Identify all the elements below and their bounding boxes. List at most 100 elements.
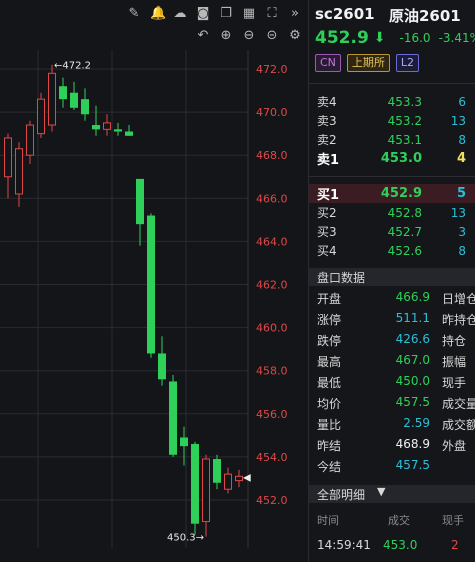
- candle-body: [191, 443, 199, 524]
- stats-row: 开盘 466.9 日增仓: [309, 290, 475, 311]
- ask-level-row[interactable]: 卖2 453.1 8: [309, 130, 475, 149]
- level-volume: 5: [456, 186, 466, 201]
- high-price-label: ←472.2: [54, 61, 91, 72]
- level-price: 452.7: [387, 224, 422, 239]
- level-volume: 4: [456, 151, 466, 166]
- candle-body: [114, 129, 122, 132]
- y-tick-label: 470.0: [256, 106, 288, 119]
- ask-level-row[interactable]: 卖4 453.3 6: [309, 92, 475, 111]
- candle-body: [26, 124, 34, 156]
- contract-tags: CN 上期所 L2: [315, 54, 420, 72]
- stat-value: 2.59: [403, 416, 430, 430]
- cloud-icon[interactable]: ☁: [173, 5, 187, 23]
- chevron-down-icon[interactable]: ▼: [377, 485, 385, 498]
- fullscreen-icon[interactable]: ⛶: [265, 5, 279, 23]
- stats-row: 涨停 511.1 昨持仓: [309, 311, 475, 332]
- column-qty: 现手: [442, 514, 464, 527]
- level-price: 452.6: [387, 243, 422, 258]
- trade-qty: 2: [451, 538, 459, 552]
- level-label: 买4: [317, 244, 337, 258]
- stat-label: 开盘: [317, 292, 342, 306]
- column-price: 成交: [388, 514, 410, 527]
- level-label: 卖2: [317, 133, 337, 147]
- ask-level-row[interactable]: 卖1 453.0 4: [309, 149, 475, 168]
- candle-body: [103, 122, 111, 130]
- undo-icon[interactable]: ↶: [196, 27, 210, 45]
- contract-name: 原油2601: [389, 7, 461, 25]
- candle-body: [202, 458, 210, 523]
- settings-gear-icon[interactable]: ⚙: [288, 27, 302, 45]
- candle-body: [147, 215, 155, 354]
- ask-level-row[interactable]: 卖3 453.2 13: [309, 111, 475, 130]
- zoom-out-icon[interactable]: ⊖: [242, 27, 256, 45]
- current-price-marker: ◀: [243, 472, 251, 483]
- stat-label: 均价: [317, 397, 342, 411]
- bid-level-row[interactable]: 买3 452.7 3: [309, 222, 475, 241]
- candle-body: [169, 381, 177, 455]
- stat-value: 511.1: [395, 311, 430, 325]
- low-price-label: 450.3→: [167, 533, 204, 544]
- candle-body: [213, 459, 221, 483]
- level-label: 卖3: [317, 114, 337, 128]
- level2-tag[interactable]: L2: [395, 54, 420, 72]
- market-data-title: 盘口数据: [317, 271, 366, 285]
- level-price: 453.2: [387, 113, 422, 128]
- trade-detail-title[interactable]: 全部明细: [317, 486, 365, 503]
- ask-order-book: 卖4 453.3 6 卖3 453.2 13 卖2 453.1 8 卖1 453.0 4: [309, 92, 475, 169]
- stats-row: 跌停 426.6 持仓: [309, 332, 475, 353]
- stat-label: 最低: [317, 376, 342, 390]
- stat-label-secondary: 外盘: [442, 439, 467, 453]
- layout-icon[interactable]: ▦: [242, 5, 256, 23]
- stats-row: 昨结 468.9 外盘: [309, 437, 475, 458]
- level-label: 卖1: [317, 153, 340, 168]
- y-tick-label: 454.0: [256, 451, 288, 464]
- draw-pen-icon[interactable]: ✎: [127, 5, 141, 23]
- candle-body: [37, 98, 45, 135]
- stat-label: 跌停: [317, 334, 342, 348]
- level-price: 453.3: [387, 94, 422, 109]
- bid-level-row[interactable]: 买2 452.8 13: [309, 203, 475, 222]
- stats-row: 最低 450.0 现手: [309, 374, 475, 395]
- stat-label-secondary: 振幅: [442, 355, 467, 369]
- level-label: 买2: [317, 206, 337, 220]
- column-time: 时间: [317, 514, 339, 527]
- trade-price: 453.0: [383, 538, 418, 552]
- trade-detail-header[interactable]: 全部明细 ▼: [309, 485, 475, 503]
- market-tag-cn: CN: [315, 54, 341, 72]
- collapse-icon[interactable]: »: [288, 5, 302, 23]
- y-tick-label: 452.0: [256, 494, 288, 507]
- y-tick-label: 472.0: [256, 63, 288, 76]
- kline-chart[interactable]: 472.0 470.0 468.0 466.0 464.0 462.0 460.0 458.0…: [0, 0, 308, 562]
- level-volume: 8: [458, 132, 466, 147]
- y-tick-label: 466.0: [256, 192, 288, 205]
- y-tick-label: 456.0: [256, 408, 288, 421]
- candle-body: [48, 72, 56, 126]
- candle-body: [15, 148, 23, 195]
- candle-body: [92, 125, 100, 130]
- kline-chart-panel[interactable]: 472.0 470.0 468.0 466.0 464.0 462.0 460.0 458.0…: [0, 0, 308, 562]
- alert-bell-icon[interactable]: 🔔: [150, 5, 166, 23]
- level-volume: 6: [458, 94, 466, 109]
- stat-value: 450.0: [395, 374, 430, 388]
- stats-row: 量比 2.59 成交额: [309, 416, 475, 437]
- y-tick-label: 468.0: [256, 149, 288, 162]
- divider: [309, 83, 475, 84]
- down-arrow-icon: ⬇: [373, 30, 386, 46]
- reset-icon[interactable]: ⊝: [265, 27, 279, 45]
- candle-body: [4, 137, 12, 178]
- window-icon[interactable]: ❐: [219, 5, 233, 23]
- camera-icon[interactable]: ◙: [196, 5, 210, 23]
- zoom-in-icon[interactable]: ⊕: [219, 27, 233, 45]
- level-volume: 13: [450, 205, 466, 220]
- stat-label: 量比: [317, 418, 342, 432]
- level-volume: 13: [450, 113, 466, 128]
- candle-body: [125, 131, 133, 136]
- bid-level-row[interactable]: 买1 452.9 5: [309, 184, 475, 203]
- candle-body: [235, 475, 243, 482]
- bid-level-row[interactable]: 买4 452.6 8: [309, 241, 475, 260]
- candle-body: [81, 99, 89, 115]
- stats-row: 今结 457.5: [309, 458, 475, 479]
- candle-body: [136, 178, 144, 225]
- stat-label: 涨停: [317, 313, 342, 327]
- level-label: 买1: [317, 188, 340, 203]
